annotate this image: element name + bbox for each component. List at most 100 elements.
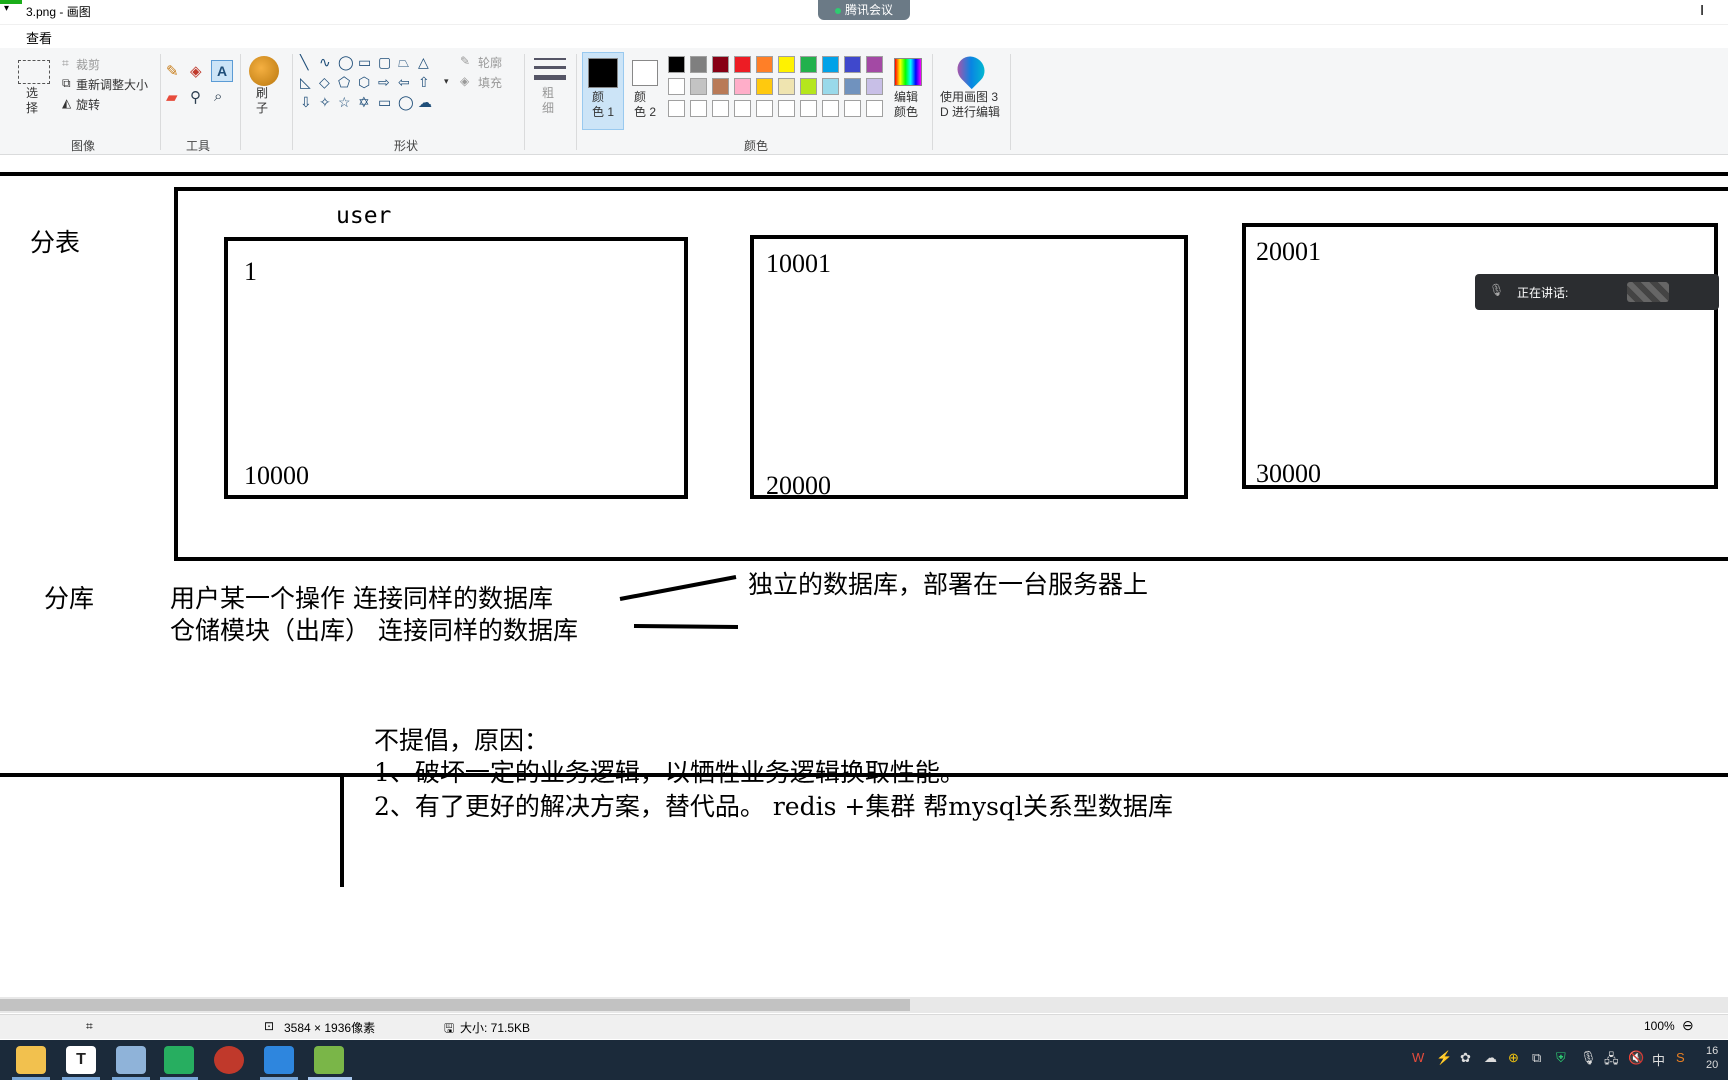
palette-swatch[interactable] — [822, 56, 839, 73]
left-arrow-shape-icon[interactable]: ⇦ — [398, 74, 410, 91]
palette-swatch[interactable] — [866, 56, 883, 73]
brush-icon[interactable] — [249, 56, 279, 86]
magnifier-icon[interactable]: ⌕ — [214, 88, 222, 105]
palette-swatch[interactable] — [690, 100, 707, 117]
idea-app-icon[interactable] — [164, 1046, 194, 1074]
palette-swatch[interactable] — [866, 78, 883, 95]
palette-swatch[interactable] — [756, 56, 773, 73]
color1-button[interactable]: 颜 色 1 — [592, 90, 614, 120]
palette-swatch[interactable] — [800, 78, 817, 95]
scrollbar-thumb[interactable] — [0, 999, 910, 1011]
paint-app-icon[interactable] — [116, 1046, 146, 1074]
color1-swatch[interactable] — [588, 58, 618, 88]
line-shape-icon[interactable]: ╲ — [300, 54, 308, 71]
microphone-tray-icon[interactable]: 🎙 — [1580, 1050, 1597, 1066]
shield-icon[interactable]: ⛨ — [1556, 1050, 1566, 1066]
palette-swatch[interactable] — [734, 78, 751, 95]
tray-icon[interactable]: ⚡ — [1436, 1050, 1452, 1066]
oval-shape-icon[interactable]: ◯ — [338, 54, 354, 71]
rounded-rectangle-shape-icon[interactable]: ▢ — [378, 54, 391, 71]
palette-swatch[interactable] — [712, 56, 729, 73]
paint3d-icon[interactable] — [951, 50, 991, 90]
typora-icon[interactable]: T — [66, 1046, 96, 1074]
file-explorer-icon[interactable] — [16, 1046, 46, 1074]
pentagon-shape-icon[interactable]: ⬠ — [338, 74, 350, 91]
color2-button[interactable]: 颜 色 2 — [634, 90, 656, 120]
volume-muted-icon[interactable]: 🔇 — [1628, 1050, 1644, 1066]
line-size-icon[interactable] — [534, 58, 566, 84]
brush-button[interactable]: 刷 子 — [256, 86, 268, 116]
meeting-indicator[interactable]: 腾讯会议 — [818, 0, 910, 20]
curve-shape-icon[interactable]: ∿ — [319, 54, 331, 71]
six-point-star-icon[interactable]: ✡ — [358, 94, 370, 111]
color2-swatch[interactable] — [632, 60, 658, 86]
tray-icon[interactable]: ⊕ — [1508, 1050, 1519, 1066]
palette-swatch[interactable] — [800, 100, 817, 117]
select-button[interactable]: 选 择 — [26, 86, 38, 116]
tab-view[interactable]: 查看 — [26, 28, 52, 47]
green-app-icon[interactable] — [314, 1046, 344, 1074]
triangle-shape-icon[interactable]: △ — [418, 54, 429, 71]
four-point-star-icon[interactable]: ✧ — [319, 94, 331, 111]
palette-swatch[interactable] — [690, 78, 707, 95]
palette-swatch[interactable] — [668, 56, 685, 73]
network-icon[interactable]: 🖧 — [1604, 1050, 1619, 1072]
palette-swatch[interactable] — [712, 78, 729, 95]
palette-swatch[interactable] — [778, 100, 795, 117]
callout-cloud-icon[interactable]: ☁ — [418, 94, 432, 111]
rectangle-shape-icon[interactable]: ▭ — [358, 54, 371, 71]
zoom-out-icon[interactable]: ⊖ — [1682, 1017, 1694, 1034]
tray-icon[interactable]: ✿ — [1460, 1050, 1471, 1066]
clock[interactable]: 16 20 — [1706, 1044, 1718, 1072]
fill-button[interactable]: 填充 — [478, 74, 502, 91]
diamond-shape-icon[interactable]: ◇ — [319, 74, 330, 91]
palette-swatch[interactable] — [822, 78, 839, 95]
callout-rect-icon[interactable]: ▭ — [378, 94, 391, 111]
resize-button[interactable]: 重新调整大小 — [76, 76, 148, 93]
five-point-star-icon[interactable]: ☆ — [338, 94, 351, 111]
meeting-app-icon[interactable] — [264, 1046, 294, 1074]
wps-tray-icon[interactable]: W — [1412, 1050, 1424, 1065]
sogou-icon[interactable]: S — [1676, 1050, 1685, 1065]
palette-swatch[interactable] — [844, 100, 861, 117]
palette-swatch[interactable] — [690, 56, 707, 73]
size-button[interactable]: 粗 细 — [542, 86, 554, 116]
tray-icon[interactable]: ⧉ — [1532, 1050, 1541, 1066]
up-arrow-shape-icon[interactable]: ⇧ — [418, 74, 430, 91]
select-icon[interactable] — [18, 60, 50, 84]
palette-swatch[interactable] — [756, 100, 773, 117]
palette-swatch[interactable] — [778, 78, 795, 95]
palette-swatch[interactable] — [800, 56, 817, 73]
shapes-more-icon[interactable]: ▾ — [444, 76, 449, 87]
palette-swatch[interactable] — [866, 100, 883, 117]
rotate-button[interactable]: 旋转 — [76, 96, 100, 113]
palette-swatch[interactable] — [668, 78, 685, 95]
drawing-canvas[interactable]: 分表 user 1 10000 10001 20000 20001 30000 … — [0, 155, 1728, 997]
down-arrow-shape-icon[interactable]: ⇩ — [300, 94, 312, 111]
palette-swatch[interactable] — [844, 78, 861, 95]
text-tool-icon[interactable]: A — [211, 60, 233, 82]
palette-swatch[interactable] — [844, 56, 861, 73]
right-arrow-shape-icon[interactable]: ⇨ — [378, 74, 390, 91]
palette-swatch[interactable] — [668, 100, 685, 117]
edit-colors-icon[interactable] — [894, 58, 922, 86]
crop-button[interactable]: 裁剪 — [76, 56, 100, 73]
palette-swatch[interactable] — [756, 78, 773, 95]
right-triangle-shape-icon[interactable]: ◺ — [300, 74, 311, 91]
palette-swatch[interactable] — [778, 56, 795, 73]
palette-swatch[interactable] — [822, 100, 839, 117]
quick-access-chevron-icon[interactable]: ▾ — [4, 3, 9, 14]
callout-oval-icon[interactable]: ◯ — [398, 94, 414, 111]
edit-colors-button[interactable]: 编辑 颜色 — [894, 90, 918, 120]
outline-button[interactable]: 轮廓 — [478, 54, 502, 71]
ime-indicator[interactable]: 中 — [1652, 1050, 1665, 1069]
tray-icon[interactable]: ☁ — [1484, 1050, 1497, 1066]
palette-swatch[interactable] — [712, 100, 729, 117]
palette-swatch[interactable] — [734, 56, 751, 73]
pencil-icon[interactable]: ✎ — [166, 62, 179, 80]
color-picker-icon[interactable]: ⚲ — [190, 88, 201, 106]
palette-swatch[interactable] — [734, 100, 751, 117]
polygon-shape-icon[interactable]: ⏢ — [398, 54, 409, 71]
hexagon-shape-icon[interactable]: ⬡ — [358, 74, 370, 91]
fill-bucket-icon[interactable]: ◈ — [190, 62, 202, 80]
